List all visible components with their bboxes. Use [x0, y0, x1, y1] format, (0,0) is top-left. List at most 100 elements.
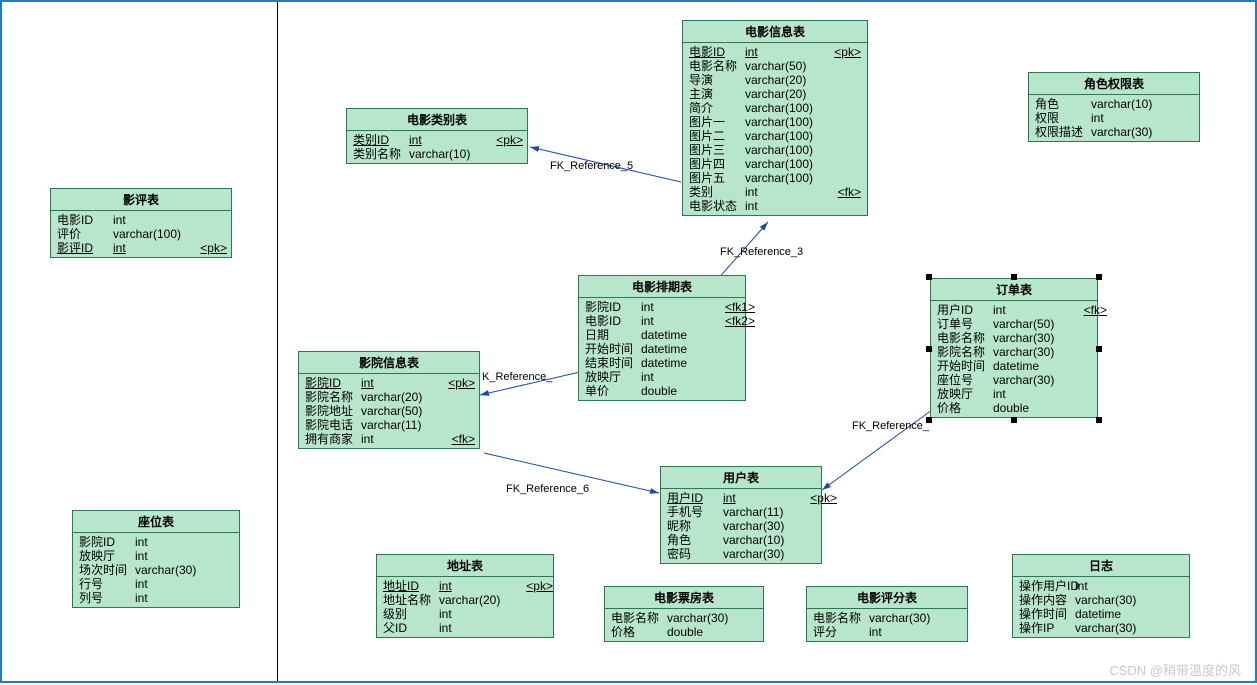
entity-title: 订单表: [931, 279, 1097, 301]
entity-title: 日志: [1013, 555, 1189, 577]
entity-row: 开始时间datetime: [585, 342, 739, 356]
column-name: 影院电话: [305, 418, 361, 432]
column-name: 放映厅: [79, 549, 135, 563]
column-name: 价格: [611, 625, 667, 639]
entity-log[interactable]: 日志操作用户IDint操作内容varchar(30)操作时间datetime操作…: [1012, 554, 1190, 638]
entity-row: 单价double: [585, 384, 739, 398]
entity-row: 放映厅int: [79, 549, 233, 563]
column-type: varchar(30): [667, 611, 747, 625]
column-type: varchar(100): [113, 227, 193, 241]
selection-handle[interactable]: [1096, 417, 1102, 423]
entity-row: 类别名称varchar(10): [353, 147, 521, 161]
column-name: 操作内容: [1019, 593, 1075, 607]
column-type: varchar(30): [993, 345, 1073, 359]
entity-title: 电影评分表: [807, 587, 967, 609]
entity-rows: 影院IDint放映厅int场次时间varchar(30)行号int列号int: [73, 533, 239, 607]
entity-row: 导演varchar(20): [689, 73, 861, 87]
column-name: 图片二: [689, 129, 745, 143]
column-type: int: [641, 314, 721, 328]
column-type: varchar(30): [993, 373, 1073, 387]
column-type: varchar(30): [135, 563, 215, 577]
column-type: int: [439, 607, 519, 621]
entity-rating[interactable]: 电影评分表电影名称varchar(30)评分int: [806, 586, 968, 642]
column-type: int: [361, 432, 441, 446]
entity-row: 主演varchar(20): [689, 87, 861, 101]
entity-row: 放映厅int: [937, 387, 1091, 401]
entity-address[interactable]: 地址表地址IDint<pk>地址名称varchar(20)级别int父IDint: [376, 554, 554, 638]
selection-handle[interactable]: [926, 274, 932, 280]
selection-handle[interactable]: [926, 417, 932, 423]
entity-movie-category[interactable]: 电影类别表类别IDint<pk>类别名称varchar(10): [346, 108, 528, 164]
column-type: int: [113, 241, 193, 255]
column-type: int: [439, 579, 519, 593]
entity-row: 电影状态int: [689, 199, 861, 213]
entity-review[interactable]: 影评表电影IDint评价varchar(100)影评IDint<pk>: [50, 188, 232, 258]
column-type: varchar(30): [1091, 125, 1171, 139]
column-name: 图片四: [689, 157, 745, 171]
entity-row: 电影名称varchar(30): [611, 611, 757, 625]
column-type: varchar(11): [361, 418, 441, 432]
column-type: int: [135, 535, 215, 549]
entity-row: 简介varchar(100): [689, 101, 861, 115]
entity-order[interactable]: 订单表用户IDint<fk>订单号varchar(50)电影名称varchar(…: [930, 278, 1098, 418]
entity-cinema[interactable]: 影院信息表影院IDint<pk>影院名称varchar(20)影院地址varch…: [298, 351, 480, 449]
selection-handle[interactable]: [926, 346, 932, 352]
column-key: <fk>: [441, 432, 475, 446]
column-key: <pk>: [803, 491, 837, 505]
entity-seat[interactable]: 座位表影院IDint放映厅int场次时间varchar(30)行号int列号in…: [72, 510, 240, 608]
column-key: <pk>: [193, 241, 227, 255]
column-name: 放映厅: [937, 387, 993, 401]
entity-row: 用户IDint<fk>: [937, 303, 1091, 317]
selection-handle[interactable]: [1096, 274, 1102, 280]
selection-handle[interactable]: [1011, 274, 1017, 280]
column-name: 操作用户ID: [1019, 579, 1075, 593]
column-name: 权限: [1035, 111, 1091, 125]
column-name: 昵称: [667, 519, 723, 533]
entity-row: 日期datetime: [585, 328, 739, 342]
column-name: 放映厅: [585, 370, 641, 384]
column-type: int: [135, 591, 215, 605]
entity-row: 评分int: [813, 625, 961, 639]
column-name: 图片五: [689, 171, 745, 185]
column-type: double: [641, 384, 721, 398]
column-name: 权限描述: [1035, 125, 1091, 139]
column-key: <pk>: [489, 133, 523, 147]
entity-role-permission[interactable]: 角色权限表角色varchar(10)权限int权限描述varchar(30): [1028, 72, 1200, 142]
column-type: varchar(30): [869, 611, 949, 625]
entity-rows: 电影IDint<pk>电影名称varchar(50)导演varchar(20)主…: [683, 43, 867, 215]
column-key: <pk>: [441, 376, 475, 390]
column-type: varchar(30): [1075, 593, 1155, 607]
column-name: 手机号: [667, 505, 723, 519]
entity-rows: 地址IDint<pk>地址名称varchar(20)级别int父IDint: [377, 577, 553, 637]
column-type: varchar(10): [1091, 97, 1171, 111]
entity-movie-info[interactable]: 电影信息表电影IDint<pk>电影名称varchar(50)导演varchar…: [682, 20, 868, 216]
entity-rows: 用户IDint<pk>手机号varchar(11)昵称varchar(30)角色…: [661, 489, 821, 563]
entity-user[interactable]: 用户表用户IDint<pk>手机号varchar(11)昵称varchar(30…: [660, 466, 822, 564]
entity-row: 父IDint: [383, 621, 547, 635]
entity-row: 电影IDint<fk2>: [585, 314, 739, 328]
entity-row: 影院名称varchar(30): [937, 345, 1091, 359]
entity-rows: 电影名称varchar(30)价格double: [605, 609, 763, 641]
column-name: 结束时间: [585, 356, 641, 370]
column-name: 图片一: [689, 115, 745, 129]
column-name: 影评ID: [57, 241, 113, 255]
selection-handle[interactable]: [1011, 417, 1017, 423]
column-name: 订单号: [937, 317, 993, 331]
selection-handle[interactable]: [1096, 346, 1102, 352]
column-type: datetime: [993, 359, 1073, 373]
entity-row: 密码varchar(30): [667, 547, 815, 561]
column-type: varchar(100): [745, 115, 825, 129]
column-name: 影院名称: [937, 345, 993, 359]
entity-box-office[interactable]: 电影票房表电影名称varchar(30)价格double: [604, 586, 764, 642]
column-name: 简介: [689, 101, 745, 115]
column-name: 列号: [79, 591, 135, 605]
column-name: 电影名称: [611, 611, 667, 625]
entity-schedule[interactable]: 电影排期表影院IDint<fk1>电影IDint<fk2>日期datetime开…: [578, 275, 746, 401]
column-key: <fk>: [1073, 303, 1107, 317]
entity-row: 列号int: [79, 591, 233, 605]
column-name: 评分: [813, 625, 869, 639]
entity-row: 图片一varchar(100): [689, 115, 861, 129]
entity-rows: 电影名称varchar(30)评分int: [807, 609, 967, 641]
column-key: <pk>: [825, 45, 861, 59]
column-name: 级别: [383, 607, 439, 621]
